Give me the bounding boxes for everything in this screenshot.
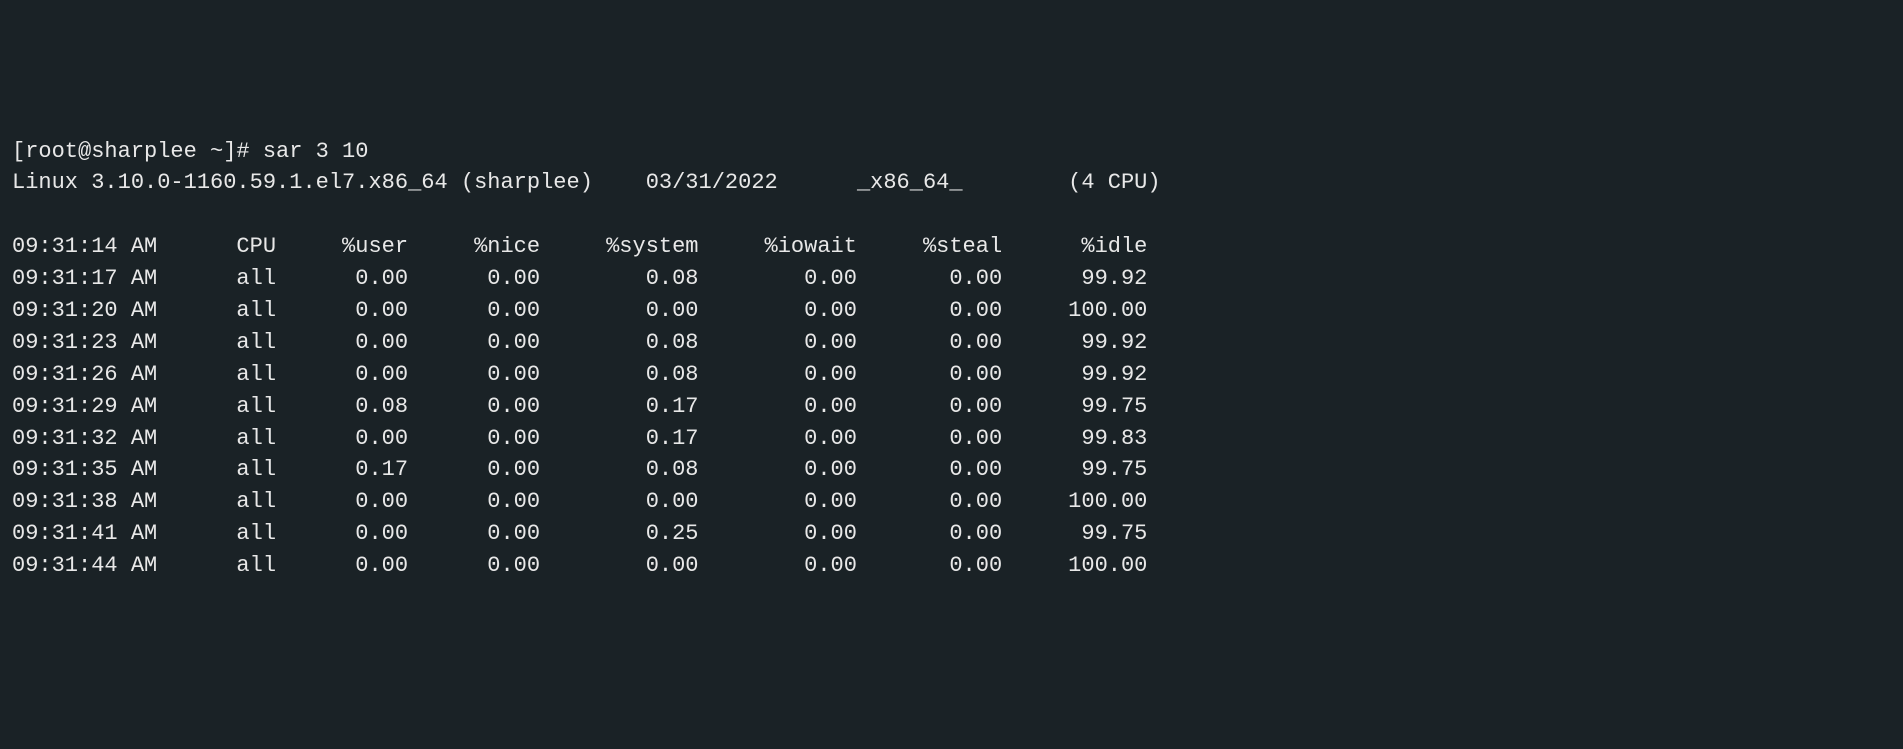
table-row: 09:31:41 AM all 0.00 0.00 0.25 0.00 0.00… <box>12 518 1891 550</box>
table-header-row: 09:31:14 AM CPU %user %nice %system %iow… <box>12 231 1891 263</box>
system-info-line: Linux 3.10.0-1160.59.1.el7.x86_64 (sharp… <box>12 167 1891 199</box>
table-row: 09:31:32 AM all 0.00 0.00 0.17 0.00 0.00… <box>12 423 1891 455</box>
table-row: 09:31:23 AM all 0.00 0.00 0.08 0.00 0.00… <box>12 327 1891 359</box>
table-row: 09:31:20 AM all 0.00 0.00 0.00 0.00 0.00… <box>12 295 1891 327</box>
table-row: 09:31:17 AM all 0.00 0.00 0.08 0.00 0.00… <box>12 263 1891 295</box>
table-row: 09:31:44 AM all 0.00 0.00 0.00 0.00 0.00… <box>12 550 1891 582</box>
blank-line <box>12 199 1891 231</box>
table-row: 09:31:29 AM all 0.08 0.00 0.17 0.00 0.00… <box>12 391 1891 423</box>
table-row: 09:31:35 AM all 0.17 0.00 0.08 0.00 0.00… <box>12 454 1891 486</box>
command-line: [root@sharplee ~]# sar 3 10 <box>12 136 1891 168</box>
table-row: 09:31:26 AM all 0.00 0.00 0.08 0.00 0.00… <box>12 359 1891 391</box>
shell-prompt: [root@sharplee ~]# <box>12 139 263 164</box>
shell-command: sar 3 10 <box>263 139 369 164</box>
table-row: 09:31:38 AM all 0.00 0.00 0.00 0.00 0.00… <box>12 486 1891 518</box>
